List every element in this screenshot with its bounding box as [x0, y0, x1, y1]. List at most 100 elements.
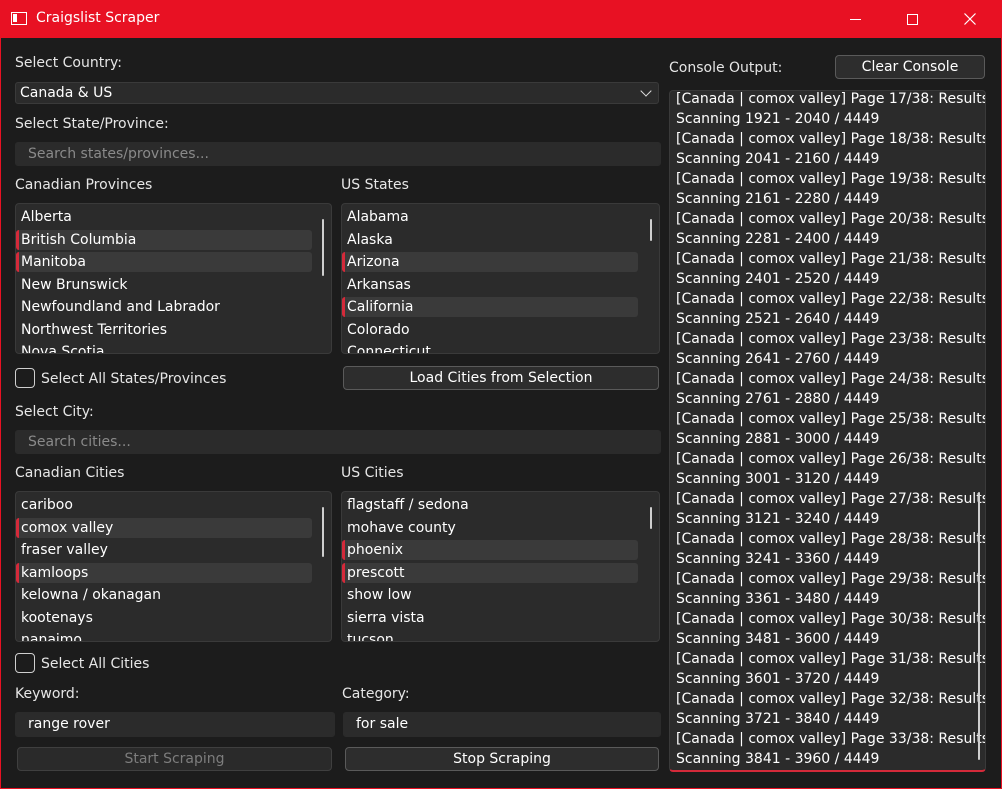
canadian-provinces-label: Canadian Provinces: [15, 177, 153, 193]
us-city-item[interactable]: prescott: [342, 562, 638, 583]
us-state-item[interactable]: Connecticut: [342, 342, 638, 353]
canadian-city-item[interactable]: nanaimo: [16, 630, 312, 641]
console-line: Scanning 2521 - 2640 / 4449: [676, 311, 880, 327]
us-city-item[interactable]: sierra vista: [342, 608, 638, 628]
close-icon: [964, 13, 976, 25]
console-line: Scanning 3361 - 3480 / 4449: [676, 591, 880, 607]
stop-scraping-button[interactable]: Stop Scraping: [345, 747, 659, 771]
us-state-item[interactable]: California: [342, 297, 638, 317]
state-search-placeholder: Search states/provinces...: [28, 146, 209, 162]
category-value: for sale: [356, 716, 409, 732]
us-state-item[interactable]: Arkansas: [342, 275, 638, 295]
us-states-label: US States: [341, 177, 409, 193]
province-item[interactable]: Northwest Territories: [16, 320, 312, 340]
console-line: Scanning 3601 - 3720 / 4449: [676, 671, 880, 687]
console-line: [Canada | comox valley] Page 28/38: Resu…: [676, 531, 986, 547]
console-output[interactable]: [Canada | comox valley] Page 17/38: Resu…: [669, 90, 986, 772]
console-line: Scanning 3721 - 3840 / 4449: [676, 711, 880, 727]
us-city-item[interactable]: tucson: [342, 630, 638, 641]
console-line: Scanning 3001 - 3120 / 4449: [676, 471, 880, 487]
title-bar[interactable]: Craigslist Scraper: [0, 0, 1002, 38]
canadian-cities-scrollbar[interactable]: [322, 507, 324, 557]
city-search-placeholder: Search cities...: [28, 434, 131, 450]
clear-console-button[interactable]: Clear Console: [835, 55, 985, 79]
country-select[interactable]: Canada & US: [15, 82, 659, 104]
select-all-states-label: Select All States/Provinces: [41, 371, 227, 387]
canadian-city-item[interactable]: cariboo: [16, 495, 312, 515]
select-all-cities-checkbox[interactable]: [15, 653, 35, 673]
minimize-button[interactable]: [826, 0, 884, 38]
states-scrollbar[interactable]: [650, 219, 652, 241]
console-line: [Canada | comox valley] Page 17/38: Resu…: [676, 91, 986, 107]
us-state-item[interactable]: Colorado: [342, 320, 638, 340]
chevron-down-icon: [640, 85, 652, 97]
canadian-city-item[interactable]: kelowna / okanagan: [16, 585, 312, 605]
maximize-icon: [906, 13, 918, 25]
console-line: Scanning 1921 - 2040 / 4449: [676, 111, 880, 127]
us-city-item[interactable]: mohave county: [342, 518, 638, 538]
console-label: Console Output:: [669, 60, 783, 76]
console-line: [Canada | comox valley] Page 19/38: Resu…: [676, 171, 986, 187]
state-label: Select State/Province:: [15, 116, 169, 132]
keyword-value: range rover: [28, 716, 110, 732]
us-state-item[interactable]: Alaska: [342, 230, 638, 250]
us-cities-label: US Cities: [341, 465, 404, 481]
maximize-button[interactable]: [883, 0, 941, 38]
canadian-city-item[interactable]: kamloops: [16, 562, 312, 583]
console-line: [Canada | comox valley] Page 30/38: Resu…: [676, 611, 986, 627]
console-line: Scanning 2041 - 2160 / 4449: [676, 151, 880, 167]
console-line: [Canada | comox valley] Page 32/38: Resu…: [676, 691, 986, 707]
us-city-item[interactable]: show low: [342, 585, 638, 605]
console-line: [Canada | comox valley] Page 22/38: Resu…: [676, 291, 986, 307]
canadian-provinces-list[interactable]: Alberta British Columbia Manitoba New Bruns…: [15, 203, 332, 354]
us-states-list[interactable]: Alabama Alaska Arizona Arkansas California Co…: [341, 203, 660, 354]
country-label: Select Country:: [15, 55, 122, 71]
select-all-cities-label: Select All Cities: [41, 656, 150, 672]
province-item[interactable]: New Brunswick: [16, 275, 312, 295]
keyword-input[interactable]: range rover: [15, 712, 335, 737]
window-title: Craigslist Scraper: [36, 10, 160, 26]
category-input[interactable]: for sale: [343, 712, 661, 737]
console-line: Scanning 3481 - 3600 / 4449: [676, 631, 880, 647]
console-line: Scanning 2641 - 2760 / 4449: [676, 351, 880, 367]
us-city-item[interactable]: phoenix: [342, 540, 638, 560]
console-line: [Canada | comox valley] Page 18/38: Resu…: [676, 131, 986, 147]
category-label: Category:: [342, 686, 410, 702]
province-item[interactable]: British Columbia: [16, 229, 312, 250]
console-line: Scanning 3841 - 3960 / 4449: [676, 751, 880, 767]
province-item[interactable]: Manitoba: [16, 252, 312, 272]
us-cities-scrollbar[interactable]: [650, 507, 652, 529]
console-line: Scanning 2281 - 2400 / 4449: [676, 231, 880, 247]
start-scraping-button[interactable]: Start Scraping: [17, 747, 332, 771]
canadian-city-item[interactable]: fraser valley: [16, 540, 312, 560]
canadian-city-item[interactable]: kootenays: [16, 608, 312, 628]
us-cities-list[interactable]: flagstaff / sedona mohave county phoenix pr…: [341, 491, 660, 642]
city-search-input[interactable]: Search cities...: [15, 430, 661, 454]
us-city-item[interactable]: flagstaff / sedona: [342, 495, 638, 515]
city-label: Select City:: [15, 404, 94, 420]
console-line: [Canada | comox valley] Page 29/38: Resu…: [676, 571, 986, 587]
select-all-states-checkbox[interactable]: [15, 368, 35, 388]
console-line: [Canada | comox valley] Page 23/38: Resu…: [676, 331, 986, 347]
us-state-item[interactable]: Arizona: [342, 252, 638, 272]
console-line: Scanning 2881 - 3000 / 4449: [676, 431, 880, 447]
canadian-cities-list[interactable]: cariboo comox valley fraser valley kamloops…: [15, 491, 332, 642]
us-state-item[interactable]: Alabama: [342, 207, 638, 227]
canadian-cities-label: Canadian Cities: [15, 465, 125, 481]
state-search-input[interactable]: Search states/provinces...: [15, 142, 661, 166]
close-button[interactable]: [941, 0, 999, 38]
province-item[interactable]: Nova Scotia: [16, 342, 312, 353]
console-line: [Canada | comox valley] Page 26/38: Resu…: [676, 451, 986, 467]
minimize-icon: [849, 18, 861, 20]
provinces-scrollbar[interactable]: [322, 219, 324, 276]
console-line: Scanning 2761 - 2880 / 4449: [676, 391, 880, 407]
console-line: [Canada | comox valley] Page 20/38: Resu…: [676, 211, 986, 227]
canadian-city-item[interactable]: comox valley: [16, 517, 312, 538]
province-item[interactable]: Alberta: [16, 207, 312, 227]
console-line: [Canada | comox valley] Page 31/38: Resu…: [676, 651, 986, 667]
console-scrollbar[interactable]: [978, 492, 980, 760]
province-item[interactable]: Newfoundland and Labrador: [16, 297, 312, 317]
load-cities-button[interactable]: Load Cities from Selection: [343, 366, 659, 390]
console-line: Scanning 3241 - 3360 / 4449: [676, 551, 880, 567]
console-line: Scanning 2401 - 2520 / 4449: [676, 271, 880, 287]
